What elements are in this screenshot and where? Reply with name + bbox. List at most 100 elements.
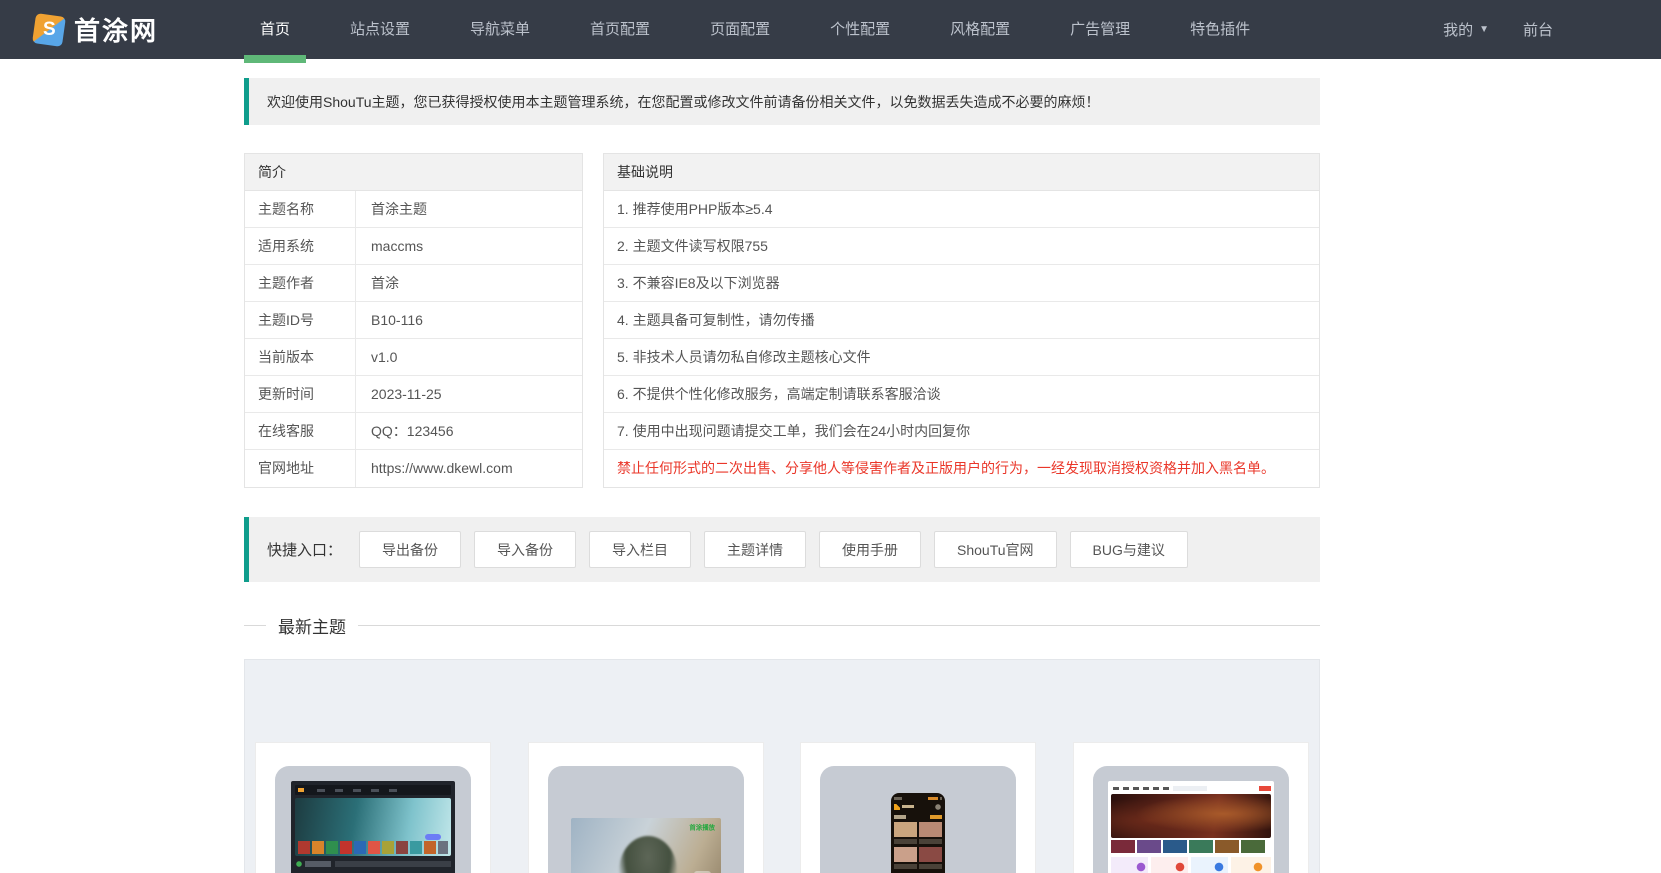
nav-item-home[interactable]: 首页	[244, 0, 307, 63]
chevron-down-icon: ▼	[1479, 24, 1489, 35]
nav-item-page-config[interactable]: 页面配置	[694, 0, 786, 59]
mock-info-cards	[1110, 857, 1271, 873]
import-columns-button[interactable]: 导入栏目	[589, 531, 692, 568]
info-tables: 简介 主题名称 首涂主题 适用系统 maccms 主题作者 首涂 主题ID号 B…	[244, 153, 1320, 488]
row-value: 首涂	[371, 275, 399, 291]
table-row: 当前版本 v1.0	[245, 339, 582, 376]
theme-preview-frame	[820, 766, 1017, 873]
row-value: v1.0	[371, 349, 398, 365]
row-label: 适用系统	[245, 228, 356, 264]
row-value: maccms	[371, 238, 424, 254]
intro-table: 简介 主题名称 首涂主题 适用系统 maccms 主题作者 首涂 主题ID号 B…	[244, 153, 583, 488]
theme-screenshot-dark-site	[291, 781, 455, 873]
note-row: 4. 主题具备可复制性，请勿传播	[604, 302, 1319, 339]
top-navbar: S 首涂网 首页 站点设置 导航菜单 首页配置 页面配置 个性配置 风格配置 广…	[0, 0, 1661, 63]
row-label: 在线客服	[245, 413, 356, 449]
heading-line-right	[358, 625, 1320, 626]
table-row: 更新时间 2023-11-25	[245, 376, 582, 413]
table-row: 适用系统 maccms	[245, 228, 582, 265]
mock-thumbnail-strip	[1110, 840, 1271, 853]
table-row: 官网地址 https://www.dkewl.com	[245, 450, 582, 487]
row-value: 2023-11-25	[371, 386, 442, 402]
site-logo[interactable]: S 首涂网	[0, 11, 244, 48]
note-row: 6. 不提供个性化修改服务，高端定制请联系客服洽谈	[604, 376, 1319, 413]
main-menu: 首页 站点设置 导航菜单 首页配置 页面配置 个性配置 风格配置 广告管理 特色…	[244, 0, 1294, 63]
latest-themes-section: 首涂播放 ▶	[244, 659, 1320, 873]
theme-details-button[interactable]: 主题详情	[704, 531, 807, 568]
nav-item-style-config[interactable]: 风格配置	[934, 0, 1026, 59]
notes-table-header: 基础说明	[604, 154, 1319, 191]
front-site-link[interactable]: 前台	[1523, 19, 1553, 40]
note-row: 5. 非技术人员请勿私自修改主题核心文件	[604, 339, 1319, 376]
theme-card-3[interactable]	[800, 742, 1037, 873]
import-backup-button[interactable]: 导入备份	[474, 531, 577, 568]
table-row: 在线客服 QQ：123456	[245, 413, 582, 450]
welcome-alert: 欢迎使用ShouTu主题，您已获得授权使用本主题管理系统，在您配置或修改文件前请…	[244, 78, 1320, 125]
row-value: 首涂主题	[371, 201, 427, 217]
my-dropdown-label: 我的	[1443, 22, 1474, 39]
license-warning-text: 禁止任何形式的二次出售、分享他人等侵害作者及正版用户的行为，一经发现取消授权资格…	[617, 460, 1275, 476]
notes-table: 基础说明 1. 推荐使用PHP版本≥5.4 2. 主题文件读写权限755 3. …	[603, 153, 1320, 488]
latest-themes-title: 最新主题	[278, 618, 346, 637]
theme-card-2[interactable]: 首涂播放 ▶	[527, 742, 764, 873]
navbar-right: 我的 ▼ 前台	[1443, 19, 1661, 40]
quick-entry-label: 快捷入口：	[267, 542, 343, 559]
mock-app-header	[894, 804, 943, 810]
row-label: 更新时间	[245, 376, 356, 412]
row-label: 官网地址	[245, 450, 356, 487]
theme-card-1[interactable]	[255, 742, 491, 873]
main-content: 欢迎使用ShouTu主题，您已获得授权使用本主题管理系统，在您配置或修改文件前请…	[244, 78, 1320, 873]
note-row: 1. 推荐使用PHP版本≥5.4	[604, 191, 1319, 228]
row-label: 当前版本	[245, 339, 356, 375]
heading-line-left	[244, 625, 266, 626]
table-row: 主题ID号 B10-116	[245, 302, 582, 339]
latest-themes-heading: 最新主题	[244, 613, 1320, 638]
mock-person-figure	[618, 836, 677, 873]
welcome-alert-text: 欢迎使用ShouTu主题，您已获得授权使用本主题管理系统，在您配置或修改文件前请…	[267, 93, 1100, 110]
row-value: B10-116	[371, 312, 423, 328]
note-row: 3. 不兼容IE8及以下浏览器	[604, 265, 1319, 302]
export-backup-button[interactable]: 导出备份	[359, 531, 462, 568]
intro-table-header: 简介	[245, 154, 582, 191]
logo-icon: S	[32, 12, 66, 47]
my-dropdown[interactable]: 我的 ▼	[1443, 19, 1489, 40]
user-manual-button[interactable]: 使用手册	[819, 531, 922, 568]
mock-thumb-row	[894, 822, 943, 837]
mock-section-label	[894, 815, 943, 819]
theme-card-4[interactable]	[1072, 742, 1309, 873]
nav-item-nav-menu[interactable]: 导航菜单	[454, 0, 546, 59]
mock-hero-banner	[1110, 794, 1271, 838]
theme-screenshot-light-site	[1107, 781, 1274, 873]
nav-item-personal-config[interactable]: 个性配置	[814, 0, 906, 59]
mock-navbar	[1110, 784, 1271, 792]
logo-monogram: S	[42, 18, 56, 40]
row-label: 主题名称	[245, 191, 356, 227]
mock-hero-banner	[295, 798, 451, 856]
theme-preview-frame	[275, 766, 471, 873]
bug-suggestion-button[interactable]: BUG与建议	[1069, 531, 1188, 568]
logo-text: 首涂网	[74, 16, 159, 46]
table-row: 主题名称 首涂主题	[245, 191, 582, 228]
quick-entry-bar: 快捷入口： 导出备份 导入备份 导入栏目 主题详情 使用手册 ShouTu官网 …	[244, 517, 1320, 582]
nav-item-home-config[interactable]: 首页配置	[574, 0, 666, 59]
mock-caption-row	[894, 864, 943, 869]
row-value: QQ：123456	[371, 423, 454, 439]
mock-caption-row	[894, 839, 943, 844]
mock-thumbnail-strip	[298, 841, 448, 854]
nav-item-ad-manage[interactable]: 广告管理	[1054, 0, 1146, 59]
mock-thumb-row	[894, 847, 943, 862]
player-watermark: 首涂播放	[689, 823, 715, 831]
row-label: 主题ID号	[245, 302, 356, 338]
mock-navbar	[295, 785, 451, 795]
official-site-url: https://www.dkewl.com	[371, 460, 513, 476]
theme-preview-frame: 首涂播放 ▶	[547, 766, 744, 873]
note-row: 7. 使用中出现问题请提交工单，我们会在24小时内回复你	[604, 413, 1319, 450]
table-row: 主题作者 首涂	[245, 265, 582, 302]
note-row: 2. 主题文件读写权限755	[604, 228, 1319, 265]
mock-status-bar	[894, 797, 943, 800]
nav-item-site-settings[interactable]: 站点设置	[334, 0, 426, 59]
row-label: 主题作者	[245, 265, 356, 301]
nav-item-feature-plugins[interactable]: 特色插件	[1174, 0, 1266, 59]
shoutu-official-site-button[interactable]: ShouTu官网	[934, 531, 1057, 568]
mock-meta-row	[295, 861, 451, 867]
